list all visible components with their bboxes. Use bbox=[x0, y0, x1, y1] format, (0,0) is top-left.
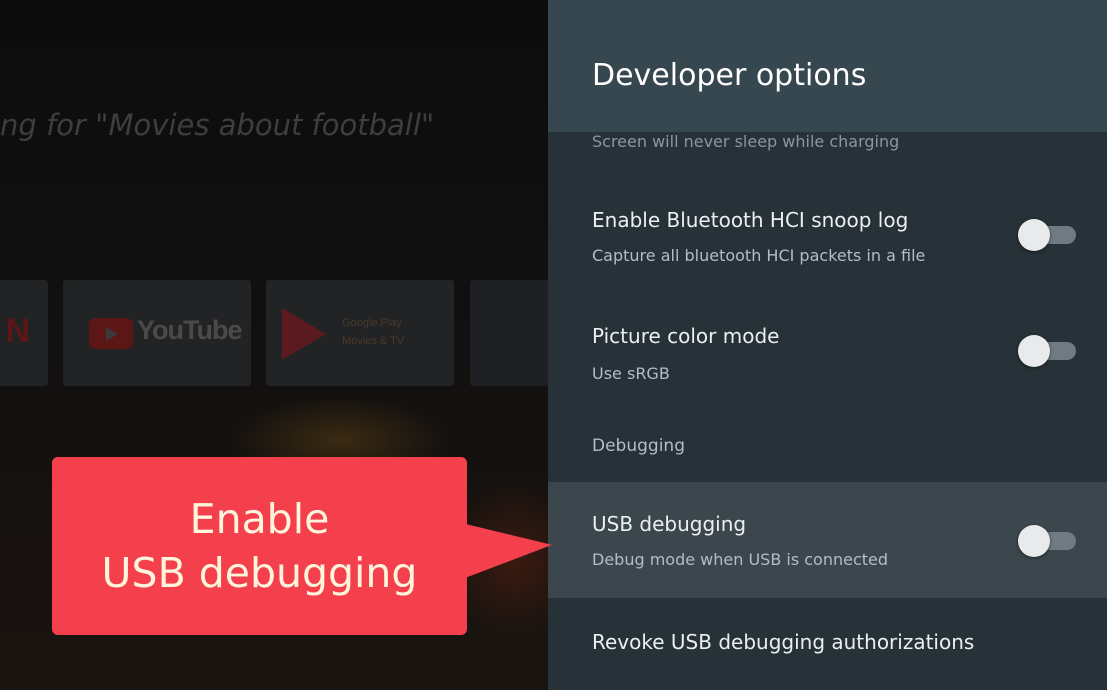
section-header-debugging: Debugging bbox=[592, 436, 685, 456]
setting-subtitle: Use sRGB bbox=[592, 364, 670, 383]
usb-debugging-toggle[interactable] bbox=[1016, 524, 1078, 558]
setting-row-picture-color-mode[interactable]: Picture color mode Use sRGB bbox=[548, 306, 1107, 406]
youtube-play-icon bbox=[89, 318, 133, 349]
app-tile-youtube[interactable]: YouTube bbox=[63, 280, 251, 386]
app-tile-google-play-movies[interactable]: Google Play Movies & TV bbox=[266, 280, 454, 386]
callout-arrow-icon bbox=[462, 516, 552, 580]
developer-options-panel: Developer options Screen will never slee… bbox=[548, 0, 1107, 690]
toggle-thumb bbox=[1018, 335, 1050, 367]
google-play-label: Google Play Movies & TV bbox=[342, 314, 404, 350]
setting-subtitle: Debug mode when USB is connected bbox=[592, 550, 889, 569]
voice-search-query: ing for "Movies about football" bbox=[0, 108, 435, 142]
google-play-label-line2: Movies & TV bbox=[342, 335, 405, 347]
youtube-logo-text: YouTube bbox=[137, 315, 242, 345]
setting-subtitle: Screen will never sleep while charging bbox=[592, 132, 900, 151]
google-play-icon bbox=[282, 308, 326, 360]
callout-line-2: USB debugging bbox=[101, 549, 418, 597]
setting-title: Picture color mode bbox=[592, 324, 780, 348]
panel-header: Developer options bbox=[548, 0, 1107, 132]
setting-subtitle: Capture all bluetooth HCI packets in a f… bbox=[592, 246, 926, 265]
toggle-thumb bbox=[1018, 525, 1050, 557]
app-tile-netflix[interactable]: N bbox=[0, 280, 48, 386]
setting-title: USB debugging bbox=[592, 512, 747, 536]
bluetooth-hci-toggle[interactable] bbox=[1016, 218, 1078, 252]
setting-row-bluetooth-hci-snoop[interactable]: Enable Bluetooth HCI snoop log Capture a… bbox=[548, 190, 1107, 290]
instruction-callout: Enable USB debugging bbox=[52, 457, 467, 635]
setting-title: Enable Bluetooth HCI snoop log bbox=[592, 208, 909, 232]
toggle-thumb bbox=[1018, 219, 1050, 251]
picture-color-mode-toggle[interactable] bbox=[1016, 334, 1078, 368]
netflix-logo: N bbox=[5, 312, 30, 350]
setting-row-revoke-usb-auth[interactable]: Revoke USB debugging authorizations bbox=[548, 612, 1107, 690]
google-play-label-line1: Google Play bbox=[342, 317, 402, 329]
page-title: Developer options bbox=[592, 58, 867, 93]
setting-title: Revoke USB debugging authorizations bbox=[592, 630, 975, 654]
callout-line-1: Enable bbox=[189, 495, 330, 543]
setting-row-usb-debugging[interactable]: USB debugging Debug mode when USB is con… bbox=[548, 482, 1107, 598]
app-tile-partial[interactable] bbox=[470, 280, 548, 386]
